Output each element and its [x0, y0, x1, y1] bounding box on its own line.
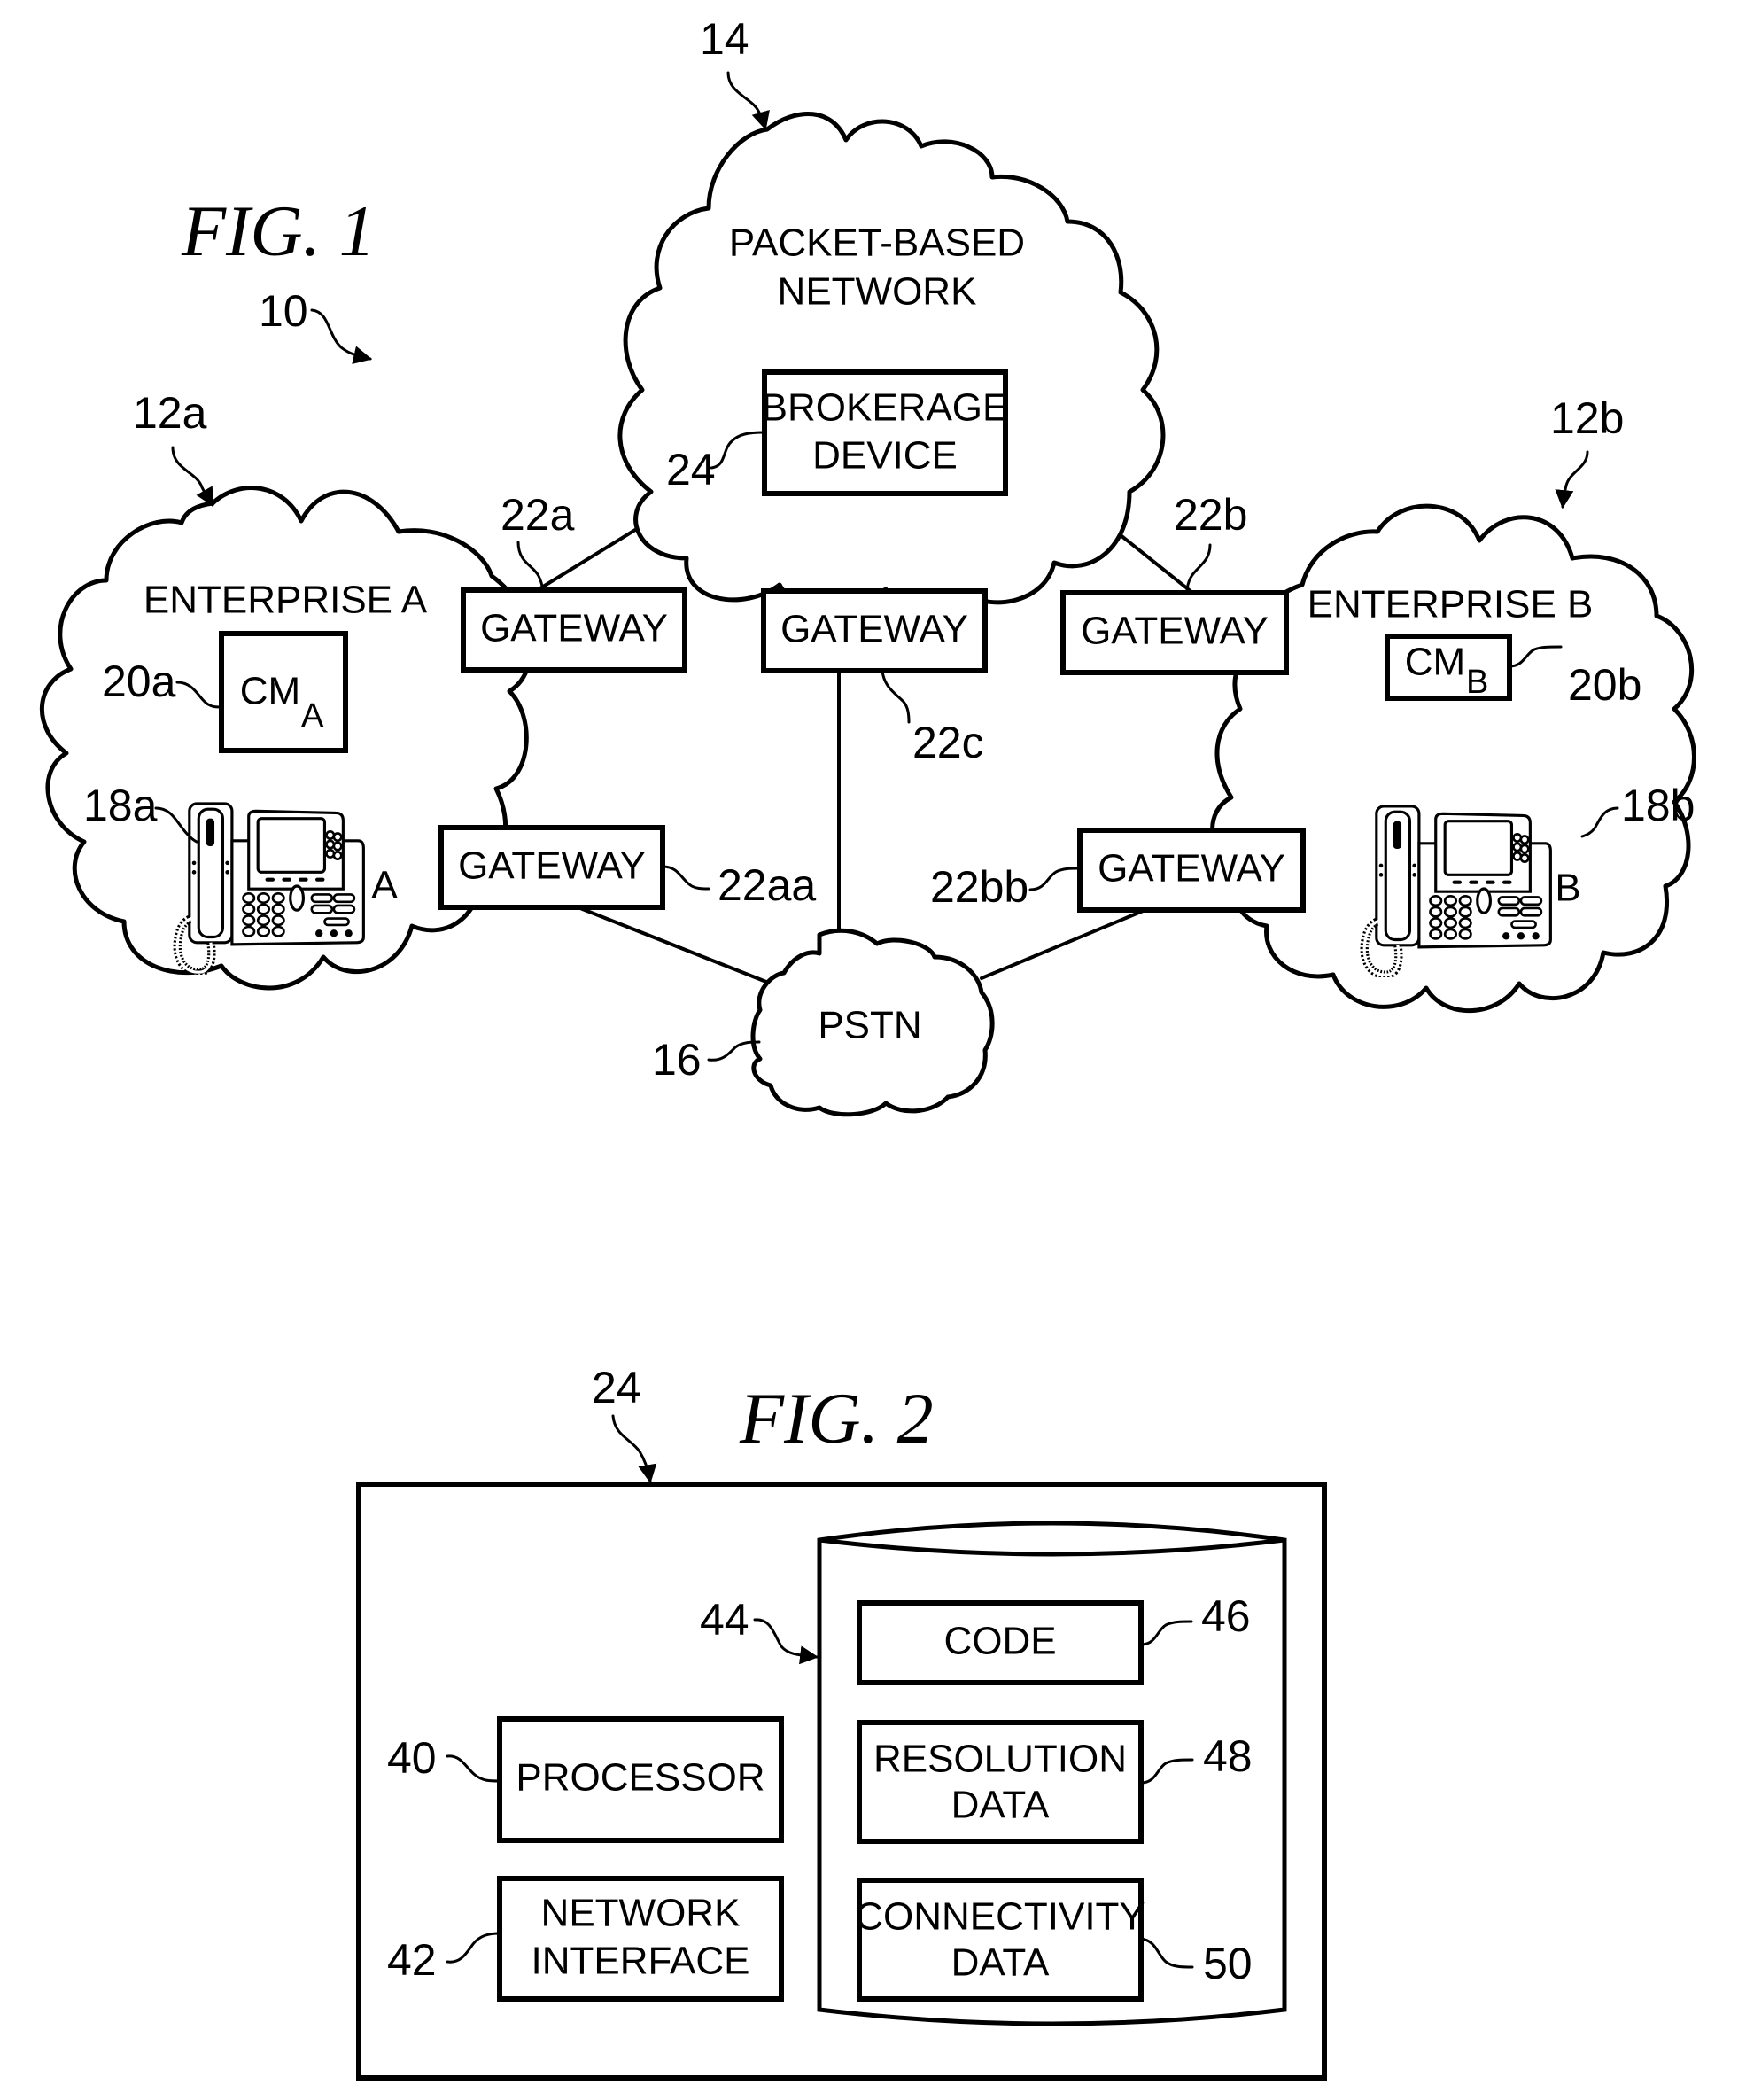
brokerage-label-line1: BROKERAGE — [762, 386, 1009, 430]
ref-42: 42 — [387, 1935, 437, 1985]
resolution-label-line1: RESOLUTION — [873, 1738, 1127, 1781]
phone-a-label: A — [371, 864, 398, 907]
fig1-title: FIG. 1 — [181, 191, 376, 271]
pstn-label: PSTN — [818, 1004, 921, 1047]
gateway-22c[interactable]: GATEWAY — [761, 588, 988, 673]
gateway-label: GATEWAY — [1098, 847, 1285, 891]
ref-12a: 12a — [133, 388, 207, 438]
ref-24-fig2: 24 — [592, 1363, 641, 1412]
phone-b-label: B — [1555, 867, 1580, 910]
ref-20a: 20a — [102, 657, 176, 706]
ref-18b: 18b — [1621, 781, 1695, 830]
enterprise-a-label: ENTERPRISE A — [144, 579, 428, 622]
leader-22a — [516, 541, 545, 592]
processor-label: PROCESSOR — [516, 1756, 764, 1800]
ref-14: 14 — [700, 14, 749, 64]
resolution-label-line2: DATA — [951, 1784, 1050, 1827]
brokerage-device-detail: PROCESSOR 40 NETWORK INTERFACE 42 CODE R… — [356, 1482, 1327, 2081]
ref-22aa: 22aa — [718, 860, 816, 910]
gateway-label: GATEWAY — [458, 844, 646, 888]
leader-12a — [171, 446, 214, 507]
brokerage-label-line2: DEVICE — [812, 434, 958, 478]
ref-16: 16 — [652, 1035, 702, 1085]
ref-50: 50 — [1203, 1939, 1253, 1988]
link-22aa-pstn — [574, 905, 772, 985]
gateway-label: GATEWAY — [780, 608, 968, 651]
leader-24-fig2 — [611, 1414, 657, 1484]
leader-12b — [1555, 450, 1589, 509]
ref-12b: 12b — [1550, 393, 1624, 443]
cm-b-subscript: B — [1466, 664, 1488, 701]
leader-10 — [310, 308, 373, 364]
gateway-label: GATEWAY — [480, 607, 668, 650]
ref-22bb: 22bb — [930, 862, 1028, 912]
gateway-22b[interactable]: GATEWAY — [1060, 590, 1289, 675]
leader-22aa — [661, 865, 710, 891]
ref-20b: 20b — [1568, 660, 1641, 710]
ref-48: 48 — [1203, 1731, 1253, 1781]
fig2-title: FIG. 2 — [739, 1378, 934, 1458]
ref-40: 40 — [387, 1733, 437, 1783]
ref-22b: 22b — [1174, 490, 1247, 540]
enterprise-b: 12b ENTERPRISE B CM B 20b B 18b — [1210, 393, 1696, 1014]
packet-network-label-line2: NETWORK — [778, 270, 977, 314]
cm-a-label: CM — [240, 670, 300, 713]
ref-44: 44 — [700, 1595, 749, 1645]
leader-22bb — [1028, 867, 1081, 891]
gateway-22a[interactable]: GATEWAY — [461, 587, 687, 673]
packet-network-label-line1: PACKET-BASED — [729, 222, 1025, 265]
call-manager-a[interactable]: CM A — [219, 631, 348, 753]
processor[interactable]: PROCESSOR — [497, 1716, 784, 1843]
network-interface-label-line1: NETWORK — [541, 1892, 741, 1935]
connectivity-label-line1: CONNECTIVITY — [855, 1895, 1145, 1939]
ref-22c: 22c — [912, 718, 984, 767]
brokerage-device[interactable]: BROKERAGE DEVICE — [762, 369, 1009, 496]
gateway-label: GATEWAY — [1081, 610, 1269, 653]
gateway-22bb[interactable]: GATEWAY — [1077, 828, 1306, 913]
packet-based-network: 14 PACKET-BASED NETWORK BROKERAGE DEVICE… — [617, 14, 1166, 612]
connectivity-label-line2: DATA — [951, 1941, 1050, 1985]
cm-b-label: CM — [1405, 641, 1465, 684]
network-interface[interactable]: NETWORK INTERFACE — [497, 1876, 784, 2002]
ref-10: 10 — [259, 286, 308, 336]
leader-22c — [881, 669, 911, 724]
patent-drawing: FIG. 1 10 14 PACKET-BASED NETWORK BROKER… — [40, 14, 1696, 2081]
ref-24: 24 — [666, 445, 716, 494]
link-22bb-pstn — [980, 907, 1149, 980]
leader-14 — [726, 71, 770, 131]
connectivity-data[interactable]: CONNECTIVITY DATA — [855, 1878, 1145, 2002]
enterprise-b-label: ENTERPRISE B — [1308, 583, 1594, 626]
code-label: CODE — [943, 1620, 1056, 1663]
resolution-data[interactable]: RESOLUTION DATA — [857, 1720, 1144, 1844]
cm-a-subscript: A — [301, 697, 324, 735]
ref-46: 46 — [1201, 1591, 1251, 1641]
call-manager-b[interactable]: CM B — [1385, 634, 1512, 701]
leader-22b — [1185, 543, 1212, 594]
ref-22a: 22a — [501, 490, 575, 540]
ref-18a: 18a — [83, 781, 158, 830]
gateway-22aa[interactable]: GATEWAY — [438, 825, 665, 910]
code[interactable]: CODE — [857, 1600, 1144, 1685]
cloud-shape — [617, 112, 1166, 612]
network-interface-label-line2: INTERFACE — [532, 1940, 750, 1983]
